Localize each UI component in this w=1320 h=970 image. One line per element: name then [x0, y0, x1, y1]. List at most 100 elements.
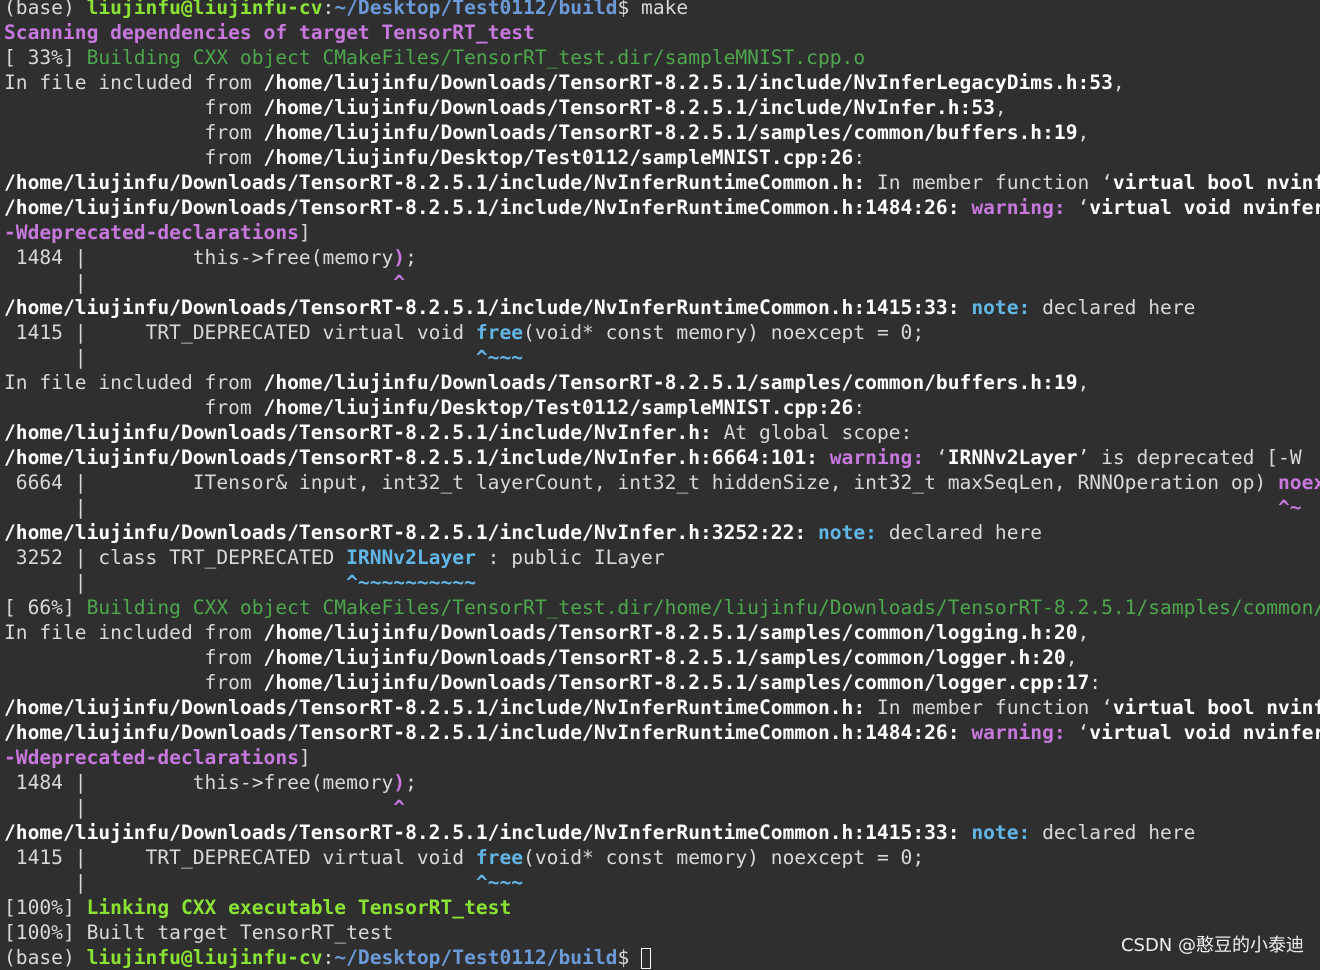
terminal-line: from /home/liujinfu/Downloads/TensorRT-8…	[0, 645, 1320, 670]
terminal-text: ;	[405, 246, 417, 269]
terminal-text: declared here	[1030, 821, 1196, 844]
terminal-text: Scanning dependencies of target TensorRT…	[4, 21, 535, 44]
terminal-text: ]	[298, 221, 311, 244]
terminal-line: -Wdeprecated-declarations]	[0, 745, 1320, 770]
terminal-text: virtual bool nvinfer1::IGpuAllocator::fr…	[1112, 171, 1320, 194]
terminal-text: : public ILayer	[475, 546, 665, 569]
terminal-text: free	[475, 846, 524, 869]
terminal-line: 3252 | class TRT_DEPRECATED IRNNv2Layer …	[0, 545, 1320, 570]
terminal-cursor	[641, 948, 652, 969]
terminal-text: -Wdeprecated-declarations	[4, 746, 299, 769]
terminal-line: [ 33%] Building CXX object CMakeFiles/Te…	[0, 45, 1320, 70]
terminal-text: In file included from	[4, 371, 264, 394]
terminal-text: $	[617, 946, 642, 969]
terminal-text: In file included from	[4, 71, 264, 94]
terminal-text: /home/liujinfu/Desktop/Test0112/sampleMN…	[263, 396, 854, 419]
terminal-text: -Wdeprecated-declarations	[4, 221, 299, 244]
terminal-text: ]	[298, 746, 311, 769]
terminal-text: ,	[1112, 71, 1125, 94]
terminal-output[interactable]: (base) liujinfu@liujinfu-cv:~/Desktop/Te…	[0, 0, 1320, 970]
terminal-line: -Wdeprecated-declarations]	[0, 220, 1320, 245]
terminal-text: :	[322, 946, 335, 969]
terminal-text: At global scope:	[711, 421, 913, 444]
terminal-text: ,	[1077, 371, 1090, 394]
terminal-text: ^~~~	[475, 871, 524, 894]
terminal-text: [100%]	[4, 896, 87, 919]
terminal-line: /home/liujinfu/Downloads/TensorRT-8.2.5.…	[0, 520, 1320, 545]
terminal-text: |	[4, 496, 1279, 519]
terminal-text: /home/liujinfu/Downloads/TensorRT-8.2.5.…	[263, 621, 1078, 644]
terminal-text: 1415 | TRT_DEPRECATED virtual void	[4, 321, 476, 344]
terminal-text: ^	[393, 796, 406, 819]
terminal-line: from /home/liujinfu/Desktop/Test0112/sam…	[0, 145, 1320, 170]
terminal-text: :	[853, 146, 866, 169]
terminal-line: /home/liujinfu/Downloads/TensorRT-8.2.5.…	[0, 820, 1320, 845]
terminal-text: (base)	[4, 946, 87, 969]
terminal-text: /home/liujinfu/Downloads/TensorRT-8.2.5.…	[4, 446, 818, 469]
terminal-text: /home/liujinfu/Downloads/TensorRT-8.2.5.…	[263, 646, 1066, 669]
terminal-text: (void* const memory) noexcept = 0;	[523, 846, 925, 869]
terminal-text: 6664 | ITensor& input, int32_t layerCoun…	[4, 471, 1279, 494]
terminal-text: ‘	[1065, 721, 1090, 744]
terminal-line: | ^	[0, 795, 1320, 820]
terminal-line: from /home/liujinfu/Desktop/Test0112/sam…	[0, 395, 1320, 420]
terminal-text: Building CXX object CMakeFiles/TensorRT_…	[86, 46, 866, 69]
terminal-text: /home/liujinfu/Downloads/TensorRT-8.2.5.…	[263, 671, 1090, 694]
terminal-text: |	[4, 871, 476, 894]
terminal-text: )	[393, 771, 406, 794]
terminal-text: liujinfu@liujinfu-cv	[86, 0, 323, 19]
terminal-text: from	[4, 646, 264, 669]
terminal-line: [100%] Linking CXX executable TensorRT_t…	[0, 895, 1320, 920]
terminal-text: 1484 | this->free(memory	[4, 771, 394, 794]
terminal-text: ‘	[1065, 196, 1090, 219]
terminal-text: In file included from	[4, 621, 264, 644]
terminal-line: [ 66%] Building CXX object CMakeFiles/Te…	[0, 595, 1320, 620]
terminal-text: ,	[1065, 646, 1078, 669]
terminal-line: /home/liujinfu/Downloads/TensorRT-8.2.5.…	[0, 695, 1320, 720]
terminal-text: ^~~~	[475, 346, 524, 369]
terminal-text: noexcept	[1278, 471, 1320, 494]
terminal-text: ’ is deprecated [-W	[1077, 446, 1302, 469]
terminal-text: ‘	[924, 446, 948, 469]
terminal-line: | ^~~~	[0, 345, 1320, 370]
terminal-text: /home/liujinfu/Downloads/TensorRT-8.2.5.…	[4, 196, 960, 219]
terminal-line: 1415 | TRT_DEPRECATED virtual void free(…	[0, 845, 1320, 870]
terminal-text: In member function ‘	[865, 171, 1113, 194]
terminal-text: |	[4, 796, 394, 819]
terminal-text: |	[4, 571, 347, 594]
terminal-text: ,	[1077, 121, 1090, 144]
terminal-line: from /home/liujinfu/Downloads/TensorRT-8…	[0, 120, 1320, 145]
terminal-text: from	[4, 671, 264, 694]
terminal-text: virtual void nvinfer1::IGpuAllocator::fr…	[1089, 721, 1320, 744]
terminal-text: ^	[393, 271, 406, 294]
terminal-text: note:	[971, 821, 1031, 844]
terminal-text: /home/liujinfu/Downloads/TensorRT-8.2.5.…	[263, 121, 1078, 144]
terminal-text: ~/Desktop/Test0112/build	[334, 946, 618, 969]
terminal-line: In file included from /home/liujinfu/Dow…	[0, 70, 1320, 95]
terminal-text: $ make	[617, 0, 689, 19]
terminal-line: /home/liujinfu/Downloads/TensorRT-8.2.5.…	[0, 445, 1320, 470]
terminal-line: (base) liujinfu@liujinfu-cv:~/Desktop/Te…	[0, 0, 1320, 20]
terminal-text: virtual bool nvinfer1::IGpuAllocator::fr…	[1112, 696, 1320, 719]
terminal-line: In file included from /home/liujinfu/Dow…	[0, 370, 1320, 395]
terminal-text: Linking CXX executable TensorRT_test	[86, 896, 512, 919]
terminal-line: | ^~	[0, 495, 1320, 520]
terminal-text: /home/liujinfu/Downloads/TensorRT-8.2.5.…	[4, 421, 712, 444]
terminal-text: warning:	[829, 446, 925, 469]
terminal-line: 1415 | TRT_DEPRECATED virtual void free(…	[0, 320, 1320, 345]
terminal-text: from	[4, 121, 264, 144]
terminal-line: | ^	[0, 270, 1320, 295]
terminal-text: note:	[971, 296, 1031, 319]
terminal-text: |	[4, 346, 476, 369]
terminal-text: )	[393, 246, 406, 269]
terminal-text: warning:	[971, 721, 1066, 744]
terminal-text: virtual void nvinfer1::IGpuAllocator::fr…	[1089, 196, 1320, 219]
terminal-text: :	[322, 0, 335, 19]
terminal-text: /home/liujinfu/Downloads/TensorRT-8.2.5.…	[4, 521, 807, 544]
terminal-line: /home/liujinfu/Downloads/TensorRT-8.2.5.…	[0, 170, 1320, 195]
